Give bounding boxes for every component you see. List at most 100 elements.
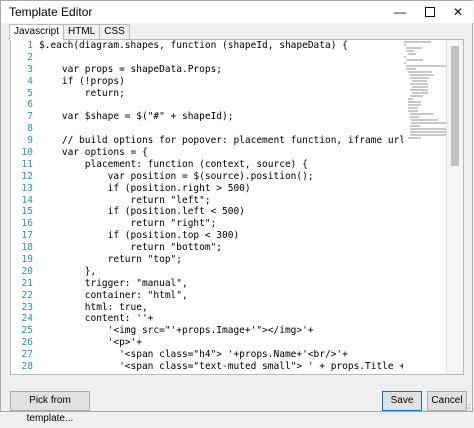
pick-from-template-button[interactable]: Pick from template... (10, 391, 90, 424)
code-text: container: "html", (39, 289, 188, 301)
minimap-line (410, 95, 423, 97)
code-line[interactable]: 5 return; (11, 88, 403, 100)
minimap-line (410, 125, 420, 127)
vertical-scrollbar[interactable] (446, 40, 463, 374)
code-line[interactable]: 3 var props = shapeData.Props; (11, 64, 403, 76)
code-text: return "left"; (39, 194, 211, 206)
line-number: 25 (21, 325, 33, 337)
minimap-line (411, 119, 438, 121)
code-text: return; (39, 87, 125, 99)
code-line[interactable]: 23 html: true, (11, 302, 403, 314)
tab-css[interactable]: CSS (99, 24, 130, 39)
code-text: '<span class="h4"> '+props.Name+'<br/>'+ (39, 349, 348, 361)
line-number: 11 (21, 158, 33, 170)
code-line[interactable]: 15 if (position.left < 500) (11, 206, 403, 218)
minimap-line (404, 41, 431, 43)
code-line[interactable]: 8 (11, 123, 403, 135)
code-line[interactable]: 22 container: "html", (11, 290, 403, 302)
code-text: if (position.right > 500) (39, 182, 251, 194)
code-text: }, (39, 265, 97, 277)
line-number: 10 (21, 147, 33, 159)
minimize-icon[interactable]: — (385, 1, 415, 23)
minimap-line (404, 44, 406, 46)
code-line[interactable]: 13 if (position.right > 500) (11, 183, 403, 195)
minimap-line (408, 110, 418, 112)
code-line[interactable]: 19 return "top"; (11, 254, 403, 266)
code-text: placement: function (context, source) { (39, 158, 308, 170)
code-editor[interactable]: 1 $.each(diagram.shapes, function (shapeI… (10, 39, 464, 375)
scrollbar-thumb[interactable] (451, 46, 459, 166)
code-line[interactable]: 12 var position = $(source).position(); (11, 171, 403, 183)
minimap-line (408, 98, 413, 100)
minimap-line (408, 104, 421, 106)
minimap-line (406, 50, 414, 52)
code-text: return "bottom"; (39, 242, 223, 254)
code-line[interactable]: 28 '<span class="text-muted small"> ' + … (11, 361, 403, 373)
minimap-line (408, 53, 416, 55)
code-line[interactable]: 24 content: ''+ (11, 313, 403, 325)
code-text: var position = $(source).position(); (39, 170, 314, 182)
code-line[interactable]: 18 return "bottom"; (11, 242, 403, 254)
minimap-line (412, 80, 427, 82)
code-line[interactable]: 7 var $shape = $("#" + shapeId); (11, 111, 403, 123)
save-button[interactable]: Save (382, 391, 422, 411)
line-number: 16 (21, 218, 33, 230)
cancel-button[interactable]: Cancel (427, 391, 467, 411)
code-line[interactable]: 9 // build options for popover: placemen… (11, 135, 403, 147)
minimap-line (406, 59, 423, 61)
line-number: 2 (27, 51, 33, 63)
line-number: 17 (21, 230, 33, 242)
code-text: var $shape = $("#" + shapeId); (39, 111, 234, 123)
minimap-line (411, 122, 449, 124)
resize-grip-icon[interactable] (462, 401, 470, 409)
minimap-line (410, 83, 428, 85)
minimap-line (412, 92, 428, 94)
window-title: Template Editor (9, 5, 93, 19)
code-line[interactable]: 1 $.each(diagram.shapes, function (shapeI… (11, 40, 403, 52)
line-number: 1 (27, 40, 33, 51)
line-number: 18 (21, 242, 33, 254)
code-text: trigger: "manual", (39, 277, 188, 289)
line-number: 9 (27, 135, 33, 147)
code-line[interactable]: 20 }, (11, 266, 403, 278)
minimap-line (408, 71, 432, 73)
maximize-icon[interactable] (415, 1, 445, 23)
close-icon[interactable]: ✕ (443, 1, 473, 23)
line-number: 15 (21, 206, 33, 218)
code-line[interactable]: 4 if (!props) (11, 76, 403, 88)
tab-html[interactable]: HTML (63, 24, 101, 39)
line-number: 22 (21, 289, 33, 301)
line-number: 26 (21, 337, 33, 349)
code-text: if (!props) (39, 75, 125, 87)
code-text: '<span class="text-muted small"> ' + pro… (119, 361, 403, 373)
code-line[interactable]: 21 trigger: "manual", (11, 278, 403, 290)
code-line[interactable]: 26 '<p>'+ (11, 337, 403, 349)
line-number: 27 (21, 349, 33, 361)
minimap-line (406, 68, 416, 70)
minimap-line (410, 113, 434, 115)
line-number: 23 (21, 301, 33, 313)
template-editor-window: Template Editor — ✕ Javascript HTML CSS … (0, 0, 473, 424)
tab-javascript[interactable]: Javascript (9, 24, 65, 40)
code-line[interactable]: 11 placement: function (context, source)… (11, 159, 403, 171)
editor-tabs: Javascript HTML CSS (9, 24, 130, 40)
line-number: 24 (21, 313, 33, 325)
minimap-line (410, 74, 434, 76)
code-line[interactable]: 10 var options = { (11, 147, 403, 159)
code-line[interactable]: 14 return "left"; (11, 195, 403, 207)
code-line[interactable]: 6 (11, 99, 403, 111)
code-line[interactable]: 25 '<img src="'+props.Image+'"></img>'+ (11, 325, 403, 337)
code-line[interactable]: 17 if (position.top < 300) (11, 230, 403, 242)
code-line[interactable]: 27 '<span class="h4"> '+props.Name+'<br/… (11, 349, 403, 361)
code-text: $.each(diagram.shapes, function (shapeId… (39, 40, 348, 51)
code-line[interactable]: 29 '</p>' + (11, 373, 403, 374)
minimap-line (408, 107, 418, 109)
code-text: if (position.top < 300) (39, 230, 240, 242)
code-line[interactable]: 2 (11, 52, 403, 64)
code-text: if (position.left < 500) (39, 206, 245, 218)
code-area[interactable]: 1 $.each(diagram.shapes, function (shapeI… (11, 40, 403, 374)
code-line[interactable]: 16 return "right"; (11, 218, 403, 230)
code-minimap[interactable] (404, 40, 450, 160)
minimap-line (404, 56, 406, 58)
line-number: 14 (21, 194, 33, 206)
